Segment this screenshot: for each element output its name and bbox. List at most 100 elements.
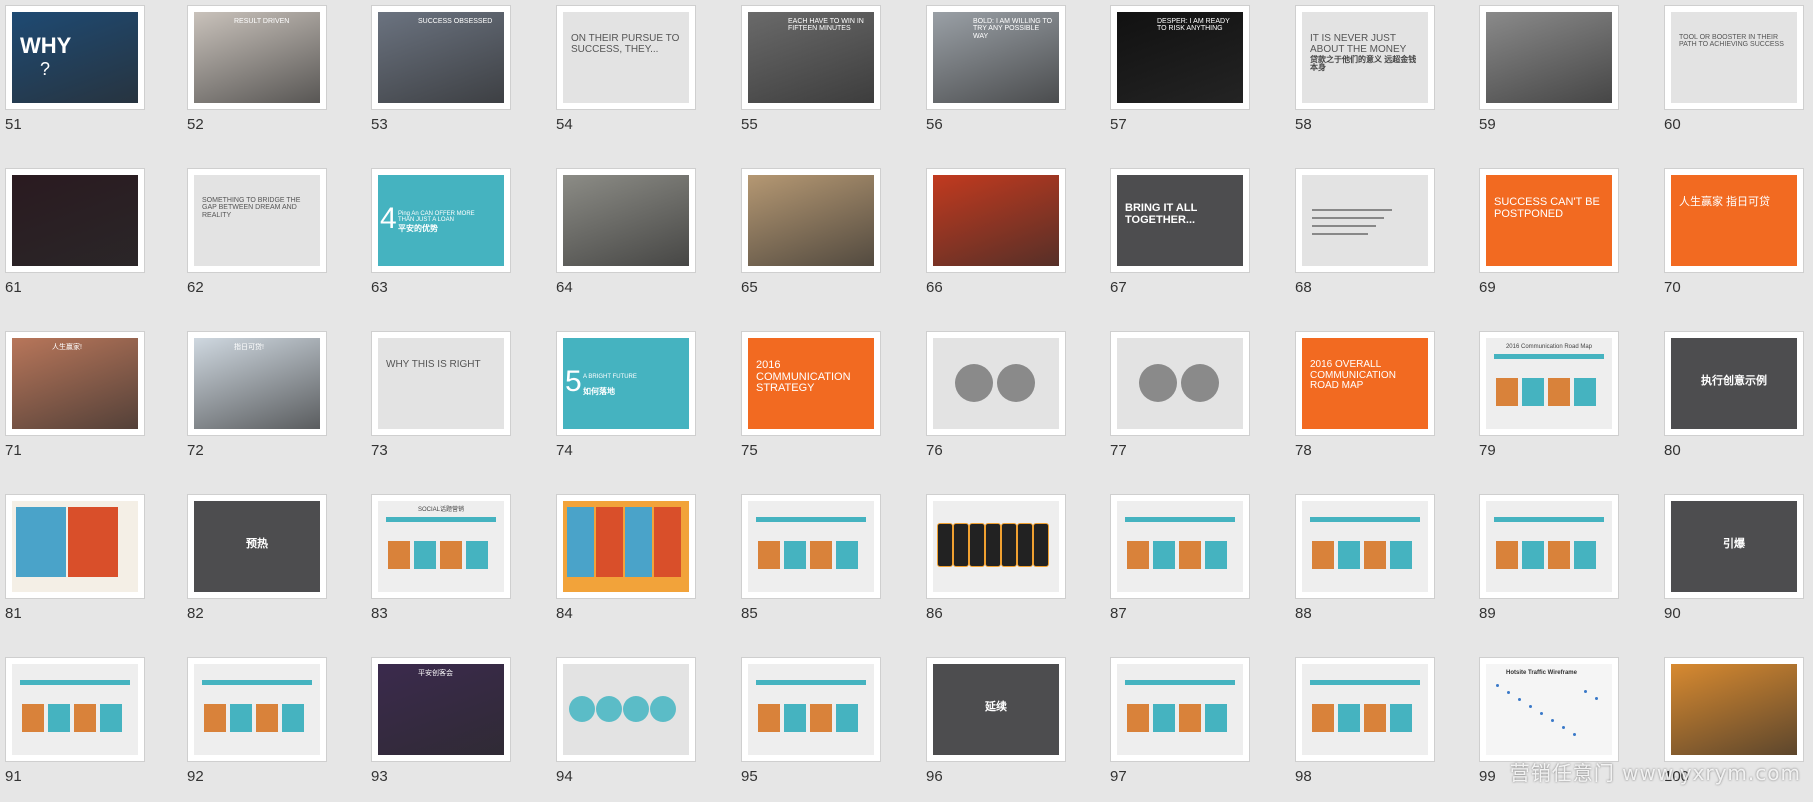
- slide-thumbnail-77[interactable]: 77: [1105, 326, 1255, 476]
- slide-frame[interactable]: [1295, 657, 1435, 762]
- slide-thumbnail-72[interactable]: 指日可贷! 72: [182, 326, 332, 476]
- slide-thumbnail-97[interactable]: 97: [1105, 652, 1255, 802]
- slide-thumbnail-60[interactable]: TOOL OR BOOSTER IN THEIR PATH TO ACHIEVI…: [1659, 0, 1809, 150]
- slide-thumbnail-93[interactable]: 平安创客会 93: [366, 652, 516, 802]
- slide-frame[interactable]: RESULT DRIVEN: [187, 5, 327, 110]
- slide-frame[interactable]: [556, 657, 696, 762]
- slide-frame[interactable]: [187, 657, 327, 762]
- slide-frame[interactable]: [926, 331, 1066, 436]
- slide-frame[interactable]: 5A BRIGHT FUTURE 如何落地: [556, 331, 696, 436]
- slide-thumbnail-86[interactable]: 86: [921, 489, 1071, 639]
- slide-frame[interactable]: [741, 168, 881, 273]
- slide-frame[interactable]: [5, 168, 145, 273]
- slide-thumbnail-64[interactable]: 64: [551, 163, 701, 313]
- slide-frame[interactable]: 人生赢家 指日可贷: [1664, 168, 1804, 273]
- slide-frame[interactable]: TOOL OR BOOSTER IN THEIR PATH TO ACHIEVI…: [1664, 5, 1804, 110]
- slide-thumbnail-63[interactable]: 4 Ping An CAN OFFER MORE THAN JUST A LOAN…: [366, 163, 516, 313]
- slide-thumbnail-79[interactable]: 2016 Communication Road Map 79: [1474, 326, 1624, 476]
- slide-frame[interactable]: IT IS NEVER JUST ABOUT THE MONEY 贷款之于他们的意…: [1295, 5, 1435, 110]
- slide-thumbnail-92[interactable]: 92: [182, 652, 332, 802]
- slide-frame[interactable]: [1110, 331, 1250, 436]
- slide-frame[interactable]: SUCCESS CAN'T BE POSTPONED: [1479, 168, 1619, 273]
- slide-thumbnail-67[interactable]: BRING IT ALL TOGETHER... 67: [1105, 163, 1255, 313]
- slide-frame[interactable]: BOLD: I AM WILLING TO TRY ANY POSSIBLE W…: [926, 5, 1066, 110]
- slide-frame[interactable]: [1295, 168, 1435, 273]
- slide-thumbnail-70[interactable]: 人生赢家 指日可贷 70: [1659, 163, 1809, 313]
- slide-frame[interactable]: [741, 657, 881, 762]
- slide-frame[interactable]: 4 Ping An CAN OFFER MORE THAN JUST A LOAN…: [371, 168, 511, 273]
- slide-thumbnail-87[interactable]: 87: [1105, 489, 1255, 639]
- slide-thumbnail-56[interactable]: BOLD: I AM WILLING TO TRY ANY POSSIBLE W…: [921, 0, 1071, 150]
- slide-frame[interactable]: 人生赢家!: [5, 331, 145, 436]
- slide-thumbnail-53[interactable]: SUCCESS OBSESSED 53: [366, 0, 516, 150]
- slide-thumbnail-75[interactable]: 2016 COMMUNICATION STRATEGY 75: [736, 326, 886, 476]
- slide-frame[interactable]: 引爆: [1664, 494, 1804, 599]
- slide-thumbnail-95[interactable]: 95: [736, 652, 886, 802]
- slide-thumbnail-66[interactable]: 66: [921, 163, 1071, 313]
- slide-frame[interactable]: [926, 168, 1066, 273]
- slide-thumbnail-73[interactable]: WHY THIS IS RIGHT 73: [366, 326, 516, 476]
- slide-frame[interactable]: 指日可贷!: [187, 331, 327, 436]
- slide-frame[interactable]: SOMETHING TO BRIDGE THE GAP BETWEEN DREA…: [187, 168, 327, 273]
- slide-frame[interactable]: 平安创客会: [371, 657, 511, 762]
- slide-preview: [563, 501, 689, 592]
- slide-thumbnail-78[interactable]: 2016 OVERALL COMMUNICATION ROAD MAP 78: [1290, 326, 1440, 476]
- slide-thumbnail-81[interactable]: 81: [0, 489, 150, 639]
- slide-frame[interactable]: [1479, 494, 1619, 599]
- slide-thumbnail-88[interactable]: 88: [1290, 489, 1440, 639]
- slide-thumbnail-96[interactable]: 延续 96: [921, 652, 1071, 802]
- slide-frame[interactable]: DESPER: I AM READY TO RISK ANYTHING: [1110, 5, 1250, 110]
- slide-frame[interactable]: Hotsite Traffic Wireframe: [1479, 657, 1619, 762]
- slide-preview: [748, 175, 874, 266]
- slide-frame[interactable]: 2016 COMMUNICATION STRATEGY: [741, 331, 881, 436]
- slide-thumbnail-82[interactable]: 预热 82: [182, 489, 332, 639]
- slide-frame[interactable]: [556, 168, 696, 273]
- slide-frame[interactable]: [1664, 657, 1804, 762]
- slide-frame[interactable]: 2016 Communication Road Map: [1479, 331, 1619, 436]
- slide-thumbnail-90[interactable]: 引爆 90: [1659, 489, 1809, 639]
- slide-thumbnail-51[interactable]: WHY? 51: [0, 0, 150, 150]
- slide-frame[interactable]: EACH HAVE TO WIN IN FIFTEEN MINUTES: [741, 5, 881, 110]
- slide-thumbnail-57[interactable]: DESPER: I AM READY TO RISK ANYTHING 57: [1105, 0, 1255, 150]
- slide-thumbnail-62[interactable]: SOMETHING TO BRIDGE THE GAP BETWEEN DREA…: [182, 163, 332, 313]
- slide-frame[interactable]: [1110, 494, 1250, 599]
- slide-thumbnail-69[interactable]: SUCCESS CAN'T BE POSTPONED 69: [1474, 163, 1624, 313]
- slide-frame[interactable]: WHY?: [5, 5, 145, 110]
- slide-thumbnail-52[interactable]: RESULT DRIVEN 52: [182, 0, 332, 150]
- slide-thumbnail-89[interactable]: 89: [1474, 489, 1624, 639]
- slide-thumbnail-80[interactable]: 执行创意示例 80: [1659, 326, 1809, 476]
- slide-thumbnail-84[interactable]: 84: [551, 489, 701, 639]
- slide-thumbnail-54[interactable]: ON THEIR PURSUE TO SUCCESS, THEY... 54: [551, 0, 701, 150]
- slide-thumbnail-98[interactable]: 98: [1290, 652, 1440, 802]
- slide-thumbnail-83[interactable]: SOCIAL话题营销 83: [366, 489, 516, 639]
- slide-frame[interactable]: [1110, 657, 1250, 762]
- slide-thumbnail-58[interactable]: IT IS NEVER JUST ABOUT THE MONEY 贷款之于他们的意…: [1290, 0, 1440, 150]
- slide-frame[interactable]: 预热: [187, 494, 327, 599]
- slide-frame[interactable]: SUCCESS OBSESSED: [371, 5, 511, 110]
- slide-thumbnail-55[interactable]: EACH HAVE TO WIN IN FIFTEEN MINUTES 55: [736, 0, 886, 150]
- slide-thumbnail-94[interactable]: 94: [551, 652, 701, 802]
- slide-thumbnail-74[interactable]: 5A BRIGHT FUTURE 如何落地 74: [551, 326, 701, 476]
- slide-thumbnail-61[interactable]: 61: [0, 163, 150, 313]
- slide-frame[interactable]: [556, 494, 696, 599]
- slide-frame[interactable]: [1479, 5, 1619, 110]
- slide-thumbnail-71[interactable]: 人生赢家! 71: [0, 326, 150, 476]
- slide-frame[interactable]: [926, 494, 1066, 599]
- slide-frame[interactable]: [741, 494, 881, 599]
- slide-thumbnail-68[interactable]: 68: [1290, 163, 1440, 313]
- slide-frame[interactable]: 2016 OVERALL COMMUNICATION ROAD MAP: [1295, 331, 1435, 436]
- slide-thumbnail-76[interactable]: 76: [921, 326, 1071, 476]
- slide-frame[interactable]: BRING IT ALL TOGETHER...: [1110, 168, 1250, 273]
- slide-thumbnail-85[interactable]: 85: [736, 489, 886, 639]
- slide-thumbnail-59[interactable]: 59: [1474, 0, 1624, 150]
- slide-frame[interactable]: 执行创意示例: [1664, 331, 1804, 436]
- slide-frame[interactable]: 延续: [926, 657, 1066, 762]
- slide-frame[interactable]: ON THEIR PURSUE TO SUCCESS, THEY...: [556, 5, 696, 110]
- slide-frame[interactable]: WHY THIS IS RIGHT: [371, 331, 511, 436]
- slide-frame[interactable]: [5, 657, 145, 762]
- slide-thumbnail-91[interactable]: 91: [0, 652, 150, 802]
- slide-thumbnail-65[interactable]: 65: [736, 163, 886, 313]
- slide-frame[interactable]: [5, 494, 145, 599]
- slide-frame[interactable]: [1295, 494, 1435, 599]
- slide-frame[interactable]: SOCIAL话题营销: [371, 494, 511, 599]
